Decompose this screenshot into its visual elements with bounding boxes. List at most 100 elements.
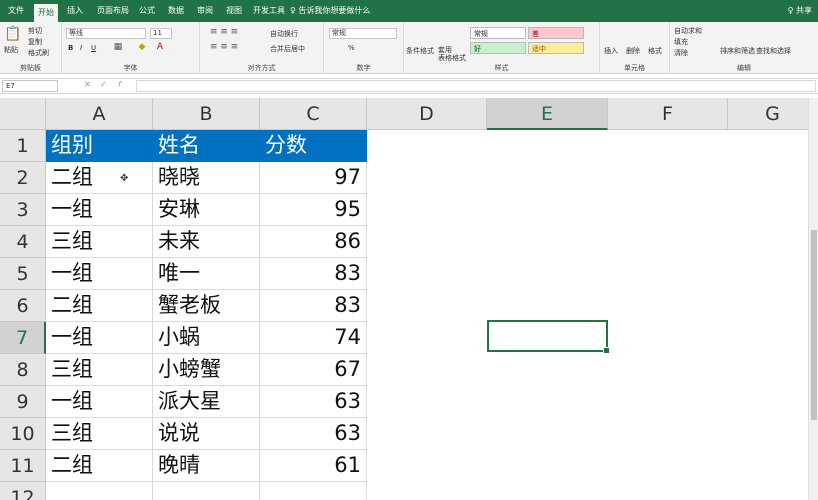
active-cell-selection[interactable] bbox=[487, 320, 610, 354]
cell-B5[interactable]: 唯一 bbox=[153, 258, 260, 290]
cell-D1[interactable] bbox=[367, 130, 487, 162]
cell-A4[interactable]: 三组 bbox=[46, 226, 153, 258]
border-icon[interactable]: ▦ bbox=[112, 42, 124, 52]
function-icon[interactable]: f bbox=[118, 80, 121, 89]
autosum-button[interactable]: 自动求和 bbox=[674, 26, 702, 36]
cell-F11[interactable] bbox=[608, 450, 728, 482]
cell-C6[interactable]: 83 bbox=[260, 290, 367, 322]
style-bad[interactable]: 差 bbox=[528, 27, 584, 39]
cell-A12[interactable] bbox=[46, 482, 153, 500]
cell-E5[interactable] bbox=[487, 258, 608, 290]
format-cells-button[interactable]: 格式 bbox=[648, 46, 662, 56]
cancel-icon[interactable]: ✕ bbox=[84, 80, 91, 89]
cell-E6[interactable] bbox=[487, 290, 608, 322]
cell-E3[interactable] bbox=[487, 194, 608, 226]
cell-C5[interactable]: 83 bbox=[260, 258, 367, 290]
column-header-C[interactable]: C bbox=[260, 98, 367, 130]
cell-E8[interactable] bbox=[487, 354, 608, 386]
column-header-E[interactable]: E bbox=[487, 98, 608, 130]
column-header-G[interactable]: G bbox=[728, 98, 818, 130]
cell-G8[interactable] bbox=[728, 354, 818, 386]
cell-F12[interactable] bbox=[608, 482, 728, 500]
cell-D2[interactable] bbox=[367, 162, 487, 194]
tab-7[interactable]: 视图 bbox=[220, 0, 248, 22]
cell-G12[interactable] bbox=[728, 482, 818, 500]
cell-D7[interactable] bbox=[367, 322, 487, 354]
cell-A7[interactable]: 一组 bbox=[46, 322, 153, 354]
cell-F8[interactable] bbox=[608, 354, 728, 386]
formula-input[interactable] bbox=[136, 80, 816, 92]
paste-button[interactable]: 粘贴 bbox=[4, 45, 18, 55]
share-button[interactable]: ♀ 共享 bbox=[788, 0, 812, 22]
cell-G2[interactable] bbox=[728, 162, 818, 194]
vertical-scrollbar-thumb[interactable] bbox=[811, 230, 817, 420]
italic-button[interactable]: I bbox=[80, 44, 82, 52]
column-header-D[interactable]: D bbox=[367, 98, 487, 130]
wrap-text-button[interactable]: 自动换行 bbox=[270, 29, 298, 39]
cell-G4[interactable] bbox=[728, 226, 818, 258]
cell-A5[interactable]: 一组 bbox=[46, 258, 153, 290]
cell-F10[interactable] bbox=[608, 418, 728, 450]
cell-D11[interactable] bbox=[367, 450, 487, 482]
vertical-align-icons[interactable]: ≡ ≡ ≡ bbox=[204, 27, 244, 37]
fill-button[interactable]: 填充 bbox=[674, 37, 688, 47]
cell-C7[interactable]: 74 bbox=[260, 322, 367, 354]
cell-B9[interactable]: 派大星 bbox=[153, 386, 260, 418]
cell-C10[interactable]: 63 bbox=[260, 418, 367, 450]
cell-F5[interactable] bbox=[608, 258, 728, 290]
row-header-3[interactable]: 3 bbox=[0, 194, 46, 226]
tab-4[interactable]: 公式 bbox=[134, 0, 160, 22]
cell-B2[interactable]: 晓晓 bbox=[153, 162, 260, 194]
cell-G5[interactable] bbox=[728, 258, 818, 290]
row-header-10[interactable]: 10 bbox=[0, 418, 46, 450]
cell-B3[interactable]: 安琳 bbox=[153, 194, 260, 226]
row-header-6[interactable]: 6 bbox=[0, 290, 46, 322]
sort-filter-button[interactable]: 排序和筛选 bbox=[720, 46, 755, 56]
cell-G11[interactable] bbox=[728, 450, 818, 482]
row-header-9[interactable]: 9 bbox=[0, 386, 46, 418]
style-normal[interactable]: 常规 bbox=[470, 27, 526, 39]
cell-A10[interactable]: 三组 bbox=[46, 418, 153, 450]
cell-E4[interactable] bbox=[487, 226, 608, 258]
conditional-format-button[interactable]: 条件格式 bbox=[406, 46, 434, 56]
cell-B11[interactable]: 晚晴 bbox=[153, 450, 260, 482]
cell-F9[interactable] bbox=[608, 386, 728, 418]
column-header-A[interactable]: A bbox=[46, 98, 153, 130]
cell-C4[interactable]: 86 bbox=[260, 226, 367, 258]
bold-button[interactable]: B bbox=[68, 44, 73, 52]
cell-D10[interactable] bbox=[367, 418, 487, 450]
cell-E9[interactable] bbox=[487, 386, 608, 418]
font-size-select[interactable]: 11 bbox=[150, 28, 172, 39]
cell-B1[interactable]: 姓名 bbox=[153, 130, 260, 162]
clear-button[interactable]: 清除 bbox=[674, 48, 688, 58]
tab-2[interactable]: 插入 bbox=[60, 0, 90, 22]
row-header-12[interactable]: 12 bbox=[0, 482, 46, 500]
row-header-8[interactable]: 8 bbox=[0, 354, 46, 386]
cell-D9[interactable] bbox=[367, 386, 487, 418]
style-good[interactable]: 好 bbox=[470, 42, 526, 54]
column-header-F[interactable]: F bbox=[608, 98, 728, 130]
tab-1[interactable]: 开始 bbox=[34, 4, 58, 22]
cell-B7[interactable]: 小蜗 bbox=[153, 322, 260, 354]
row-header-7[interactable]: 7 bbox=[0, 322, 46, 354]
cell-C11[interactable]: 61 bbox=[260, 450, 367, 482]
cell-A8[interactable]: 三组 bbox=[46, 354, 153, 386]
merge-center-button[interactable]: 合并后居中 bbox=[270, 44, 305, 54]
row-header-4[interactable]: 4 bbox=[0, 226, 46, 258]
enter-icon[interactable]: ✓ bbox=[100, 80, 107, 89]
cell-D5[interactable] bbox=[367, 258, 487, 290]
cell-A6[interactable]: 二组 bbox=[46, 290, 153, 322]
percent-button[interactable]: % bbox=[348, 44, 355, 52]
cell-F3[interactable] bbox=[608, 194, 728, 226]
worksheet-grid[interactable]: A B C D E F G 1 2 3 4 5 6 7 8 9 10 11 12 组别 姓名 分数 二组 晓晓 97 一组 安琳 95… bbox=[0, 98, 818, 500]
cell-B6[interactable]: 蟹老板 bbox=[153, 290, 260, 322]
cell-C12[interactable] bbox=[260, 482, 367, 500]
cell-B10[interactable]: 说说 bbox=[153, 418, 260, 450]
cell-D6[interactable] bbox=[367, 290, 487, 322]
row-header-1[interactable]: 1 bbox=[0, 130, 46, 162]
underline-button[interactable]: U bbox=[91, 44, 96, 52]
cell-A1[interactable]: 组别 bbox=[46, 130, 153, 162]
cell-E2[interactable] bbox=[487, 162, 608, 194]
cell-F7[interactable] bbox=[608, 322, 728, 354]
tab-0[interactable]: 文件 bbox=[2, 0, 30, 22]
